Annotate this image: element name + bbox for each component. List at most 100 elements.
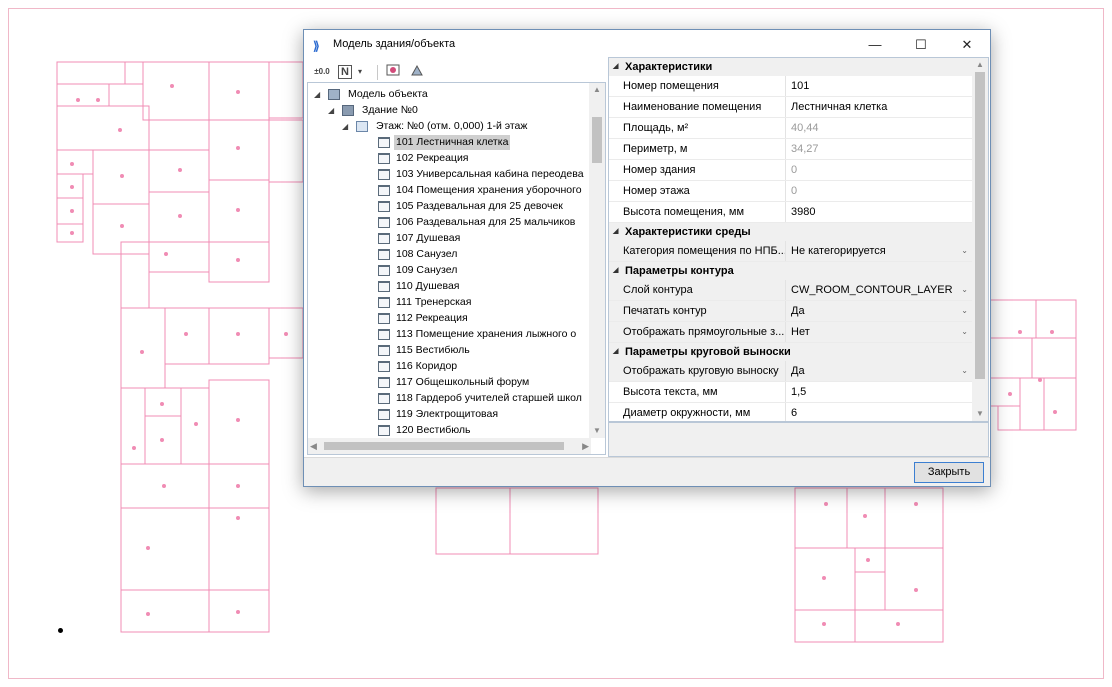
- tree-item-label: 120 Вестибюль: [396, 424, 471, 436]
- property-value[interactable]: 1,5: [791, 382, 961, 402]
- column-divider[interactable]: [785, 118, 786, 138]
- property-value[interactable]: 101: [791, 76, 961, 96]
- property-row[interactable]: Слой контура CW_ROOM_CONTOUR_LAYER ⌄: [609, 280, 974, 301]
- scrollbar-thumb[interactable]: [975, 72, 985, 379]
- property-name: Наименование помещения: [623, 101, 762, 113]
- column-divider[interactable]: [785, 361, 786, 381]
- column-divider[interactable]: [785, 403, 786, 421]
- collapse-icon[interactable]: ◢: [328, 103, 338, 118]
- room-icon: [378, 297, 390, 308]
- room-icon: [378, 425, 390, 436]
- scroll-left-icon[interactable]: ◀: [310, 438, 317, 454]
- scrollbar-thumb[interactable]: [324, 442, 564, 450]
- close-button[interactable]: Закрыть: [914, 462, 984, 483]
- tree-vertical-scrollbar[interactable]: ▲ ▼: [589, 83, 605, 438]
- collapse-icon[interactable]: ◢: [613, 343, 618, 361]
- scroll-down-icon[interactable]: ▼: [972, 407, 988, 421]
- scroll-up-icon[interactable]: ▲: [972, 58, 988, 72]
- collapse-icon[interactable]: ◢: [613, 58, 618, 76]
- property-row[interactable]: Площадь, м² 40,44: [609, 118, 974, 139]
- room-icon: [378, 361, 390, 372]
- property-value[interactable]: Лестничная клетка: [791, 97, 961, 117]
- collapse-icon[interactable]: ◢: [342, 119, 352, 134]
- property-row[interactable]: Диаметр окружности, мм 6: [609, 403, 974, 421]
- property-row[interactable]: Номер помещения 101: [609, 76, 974, 97]
- maximize-button[interactable]: ☐: [898, 30, 944, 60]
- property-row[interactable]: Наименование помещения Лестничная клетка: [609, 97, 974, 118]
- window-title: Модель здания/объекта: [333, 38, 456, 50]
- property-row[interactable]: Высота текста, мм 1,5: [609, 382, 974, 403]
- scroll-down-icon[interactable]: ▼: [589, 424, 605, 438]
- scroll-right-icon[interactable]: ▶: [582, 438, 589, 454]
- chevron-down-icon[interactable]: ⌄: [961, 280, 968, 300]
- property-value[interactable]: Не категорируется: [791, 241, 961, 261]
- property-vertical-scrollbar[interactable]: ▲ ▼: [972, 58, 988, 421]
- property-category-label: Характеристики среды: [625, 226, 751, 238]
- property-value[interactable]: CW_ROOM_CONTOUR_LAYER: [791, 280, 961, 300]
- room-icon: [378, 281, 390, 292]
- property-value: 34,27: [791, 143, 819, 155]
- property-row[interactable]: Отображать прямоугольные з... Нет ⌄: [609, 322, 974, 343]
- tree-item-label: 119 Электрощитовая: [396, 408, 499, 420]
- chevron-down-icon[interactable]: ⌄: [961, 361, 968, 381]
- column-divider[interactable]: [785, 301, 786, 321]
- collapse-icon[interactable]: ◢: [314, 87, 324, 102]
- property-value[interactable]: Нет: [791, 322, 961, 342]
- property-row[interactable]: Отображать круговую выноску Да ⌄: [609, 361, 974, 382]
- column-divider[interactable]: [785, 280, 786, 300]
- chevron-down-icon[interactable]: ⌄: [961, 241, 968, 261]
- column-divider[interactable]: [785, 241, 786, 261]
- tree-item-label: 118 Гардероб учителей старшей школ: [396, 392, 582, 404]
- column-divider[interactable]: [785, 181, 786, 201]
- scroll-up-icon[interactable]: ▲: [589, 83, 605, 97]
- minimize-button[interactable]: —: [852, 30, 898, 60]
- column-divider[interactable]: [785, 139, 786, 159]
- title-bar[interactable]: ⟫ Модель здания/объекта — ☐ ✕: [304, 30, 990, 60]
- property-category[interactable]: ◢ Параметры круговой выноски: [609, 343, 974, 361]
- property-row[interactable]: Номер здания 0: [609, 160, 974, 181]
- property-value[interactable]: 6: [791, 403, 961, 421]
- column-divider[interactable]: [785, 382, 786, 402]
- property-value[interactable]: Да: [791, 361, 961, 381]
- chevron-down-icon[interactable]: ▾: [355, 63, 365, 81]
- property-row[interactable]: Печатать контур Да ⌄: [609, 301, 974, 322]
- property-category[interactable]: ◢ Характеристики среды: [609, 223, 974, 241]
- object-tree[interactable]: ◢ Модель объекта ◢ Здание №0 ◢ Этаж: №0 …: [307, 82, 606, 455]
- column-divider[interactable]: [785, 97, 786, 117]
- property-name: Диаметр окружности, мм: [623, 407, 751, 419]
- property-name: Номер помещения: [623, 80, 719, 92]
- property-row[interactable]: Номер этажа 0: [609, 181, 974, 202]
- settings-tool-icon[interactable]: [408, 63, 426, 81]
- property-value[interactable]: 3980: [791, 202, 961, 222]
- chevron-down-icon[interactable]: ⌄: [961, 322, 968, 342]
- property-grid[interactable]: ◢ Характеристики Номер помещения 101 Наимено…: [608, 57, 989, 422]
- chevron-down-icon[interactable]: ⌄: [961, 301, 968, 321]
- property-row[interactable]: Периметр, м 34,27: [609, 139, 974, 160]
- column-divider[interactable]: [785, 160, 786, 180]
- property-category[interactable]: ◢ Характеристики: [609, 58, 974, 76]
- property-value[interactable]: Да: [791, 301, 961, 321]
- column-divider[interactable]: [785, 202, 786, 222]
- property-category[interactable]: ◢ Параметры контура: [609, 262, 974, 280]
- property-row[interactable]: Высота помещения, мм 3980: [609, 202, 974, 223]
- tree-horizontal-scrollbar[interactable]: ◀ ▶: [308, 438, 591, 454]
- scrollbar-thumb[interactable]: [592, 117, 602, 163]
- elevation-marker-icon[interactable]: ±0.0: [312, 63, 332, 81]
- room-tool-icon[interactable]: [384, 63, 402, 81]
- tree-item-label: 110 Душевая: [396, 280, 460, 292]
- collapse-icon[interactable]: ◢: [613, 223, 618, 241]
- property-row[interactable]: Категория помещения по НПБ... Не категори…: [609, 241, 974, 262]
- close-window-button[interactable]: ✕: [944, 30, 990, 60]
- app-icon: ⟫: [313, 39, 320, 53]
- property-category-label: Параметры контура: [625, 265, 734, 277]
- property-name: Категория помещения по НПБ...: [623, 245, 785, 257]
- column-divider[interactable]: [785, 76, 786, 96]
- property-description-pane: [608, 422, 989, 457]
- collapse-icon[interactable]: ◢: [613, 262, 618, 280]
- level-n-icon[interactable]: N: [338, 65, 352, 79]
- column-divider[interactable]: [785, 322, 786, 342]
- room-icon: [378, 249, 390, 260]
- dialog-footer: Закрыть: [304, 457, 990, 486]
- building-icon: [342, 105, 354, 116]
- tree-item-label: 117 Общешкольный форум: [396, 376, 530, 388]
